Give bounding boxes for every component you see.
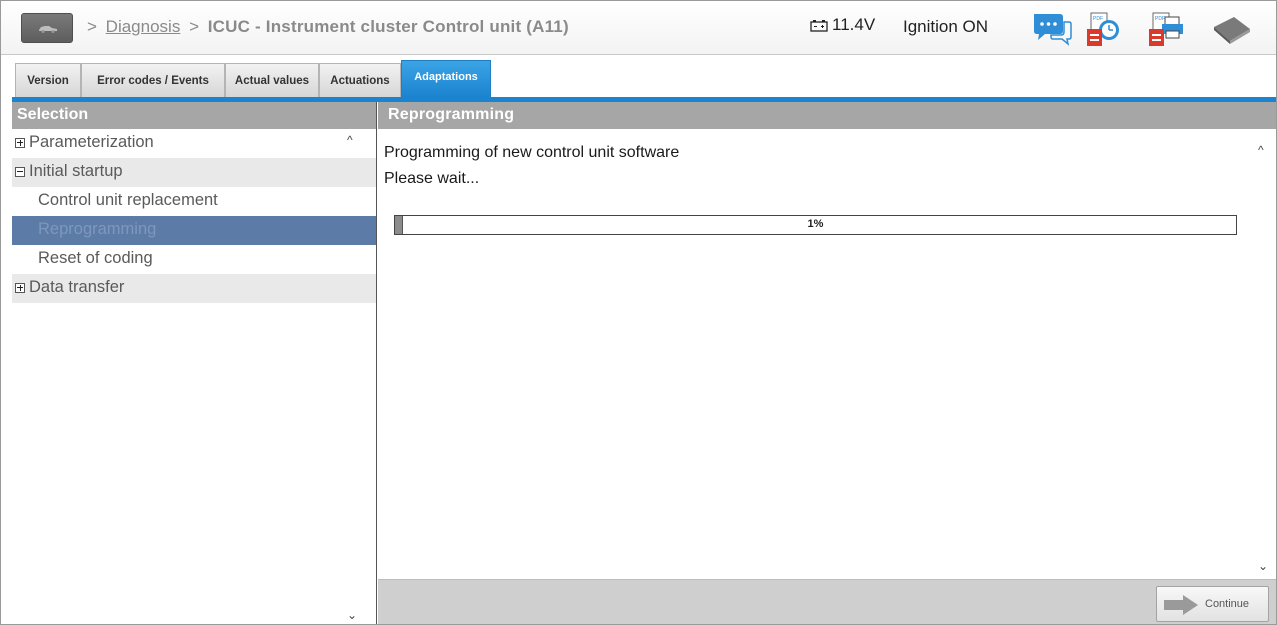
content-area: Programming of new control unit software…	[378, 129, 1276, 579]
selection-header: Selection	[12, 102, 376, 129]
tree-item-control-unit-replacement[interactable]: Control unit replacement	[12, 187, 376, 216]
tree-item-reset-of-coding[interactable]: Reset of coding	[12, 245, 376, 274]
breadcrumb: > Diagnosis > ICUC - Instrument cluster …	[87, 17, 569, 37]
tab-actuations[interactable]: Actuations	[319, 63, 401, 97]
arrow-right-icon	[1164, 595, 1198, 615]
breadcrumb-diagnosis-link[interactable]: Diagnosis	[106, 17, 181, 36]
expand-icon[interactable]	[15, 137, 25, 148]
wait-message: Please wait...	[384, 170, 480, 187]
voltage-status: 11.4V	[810, 15, 875, 35]
svg-text:PDF: PDF	[1093, 16, 1103, 22]
expand-icon[interactable]	[15, 282, 25, 293]
app-window: > Diagnosis > ICUC - Instrument cluster …	[0, 0, 1277, 625]
scroll-up-icon[interactable]: ^	[1258, 143, 1264, 157]
tree-item-label: Control unit replacement	[38, 191, 218, 210]
chat-icon[interactable]	[1031, 11, 1073, 47]
pdf-time-icon[interactable]: PDF	[1084, 11, 1126, 47]
tab-error-codes-events[interactable]: Error codes / Events	[81, 63, 225, 97]
continue-button[interactable]: Continue	[1156, 586, 1269, 622]
home-button[interactable]	[21, 13, 73, 43]
tree-item-initial-startup[interactable]: Initial startup	[12, 158, 376, 187]
breadcrumb-current: ICUC - Instrument cluster Control unit (…	[207, 17, 569, 36]
svg-text:PDF: PDF	[1155, 16, 1165, 22]
battery-icon	[810, 20, 828, 32]
content-header: Reprogramming	[378, 102, 1276, 129]
breadcrumb-separator: >	[189, 17, 199, 36]
tree-item-reprogramming[interactable]: Reprogramming	[12, 216, 376, 245]
status-message: Programming of new control unit software	[384, 144, 680, 161]
tree-item-label: Data transfer	[29, 278, 125, 297]
tree-item-label: Parameterization	[29, 133, 154, 152]
pdf-print-icon[interactable]: PDF	[1146, 11, 1188, 47]
overflow-indicator: ⋮	[1272, 75, 1277, 92]
progress-bar: 1%	[394, 215, 1237, 235]
tree-item-label: Reset of coding	[38, 249, 153, 268]
tab-adaptations[interactable]: Adaptations	[401, 60, 491, 97]
ignition-status: Ignition ON	[903, 17, 989, 36]
progress-label: 1%	[807, 218, 824, 230]
collapse-icon[interactable]	[15, 166, 25, 177]
scroll-down-icon[interactable]: ⌄	[347, 608, 357, 622]
car-home-icon	[39, 26, 57, 33]
tree-item-data-transfer[interactable]: Data transfer	[12, 274, 376, 303]
tree-item-parameterization[interactable]: Parameterization ^	[12, 129, 376, 158]
breadcrumb-separator: >	[87, 17, 97, 36]
content-panel: Reprogramming Programming of new control…	[378, 102, 1276, 624]
scroll-down-icon[interactable]: ⌄	[1258, 559, 1268, 573]
tab-version[interactable]: Version	[15, 63, 81, 97]
book-icon[interactable]	[1210, 11, 1252, 47]
selection-panel: Selection Parameterization ^ Initial sta…	[12, 102, 377, 624]
tree-item-label: Reprogramming	[38, 220, 157, 239]
tab-actual-values[interactable]: Actual values	[225, 63, 319, 97]
header-bar: > Diagnosis > ICUC - Instrument cluster …	[1, 1, 1276, 55]
action-footer: Continue	[378, 579, 1276, 624]
tab-bar: Version Error codes / Events Actual valu…	[1, 57, 1276, 98]
continue-label: Continue	[1205, 598, 1250, 610]
tree-item-label: Initial startup	[29, 162, 123, 181]
scroll-up-icon[interactable]: ^	[347, 133, 353, 147]
voltage-value: 11.4V	[832, 15, 876, 34]
